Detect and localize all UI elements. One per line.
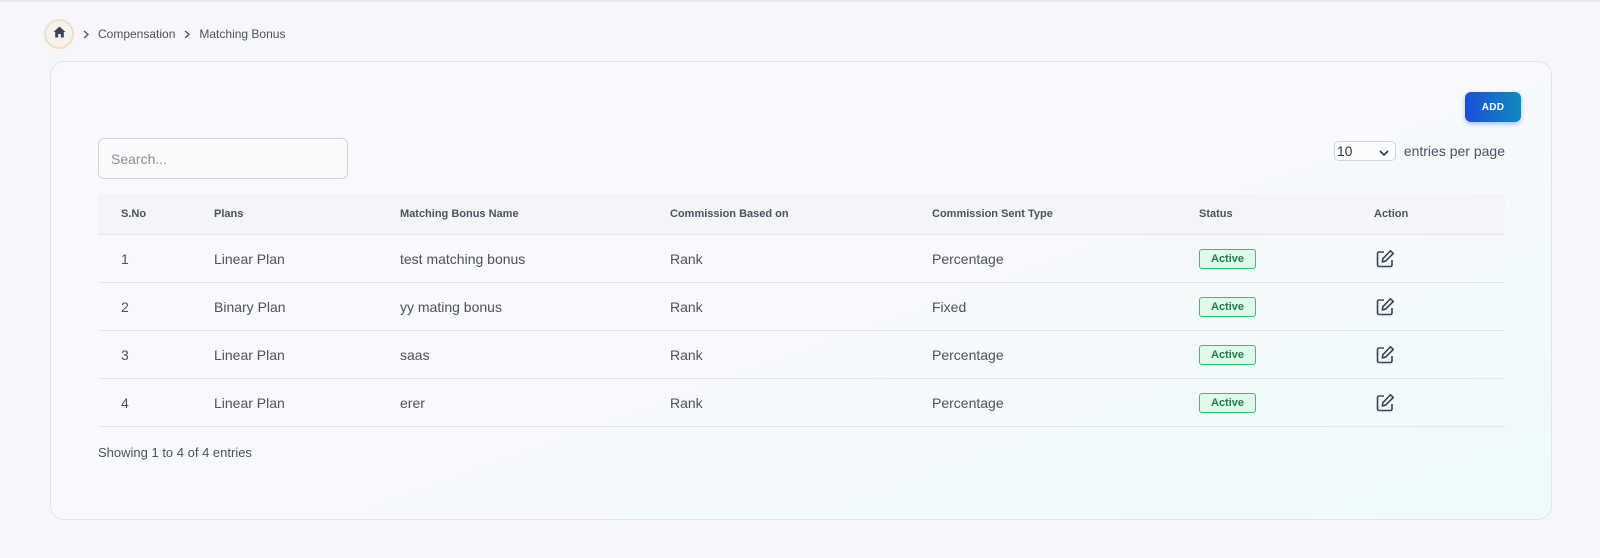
- cell-action: [1374, 344, 1434, 366]
- table-header: S.No Plans Matching Bonus Name Commissio…: [98, 194, 1505, 235]
- cell-sent-type: Percentage: [932, 346, 1004, 363]
- cell-sent-type: Fixed: [932, 298, 967, 315]
- header-plans[interactable]: Plans: [214, 208, 400, 220]
- table-row: 4 Linear Plan erer Rank Percentage Activ…: [98, 379, 1505, 427]
- top-divider: [0, 0, 1600, 2]
- cell-based-on: Rank: [670, 394, 703, 411]
- cell-status: Active: [1199, 296, 1374, 317]
- chevron-right-icon: [175, 30, 199, 39]
- cell-sent-type: Percentage: [932, 394, 1004, 411]
- cell-action: [1374, 392, 1434, 414]
- header-matching-bonus-name[interactable]: Matching Bonus Name: [400, 208, 670, 220]
- cell-sent-type: Percentage: [932, 250, 1004, 267]
- status-badge: Active: [1199, 392, 1257, 413]
- cell-sno: 4: [121, 394, 129, 411]
- cell-name: yy mating bonus: [400, 298, 502, 315]
- cell-plan: Binary Plan: [214, 298, 286, 315]
- header-action: Action: [1374, 208, 1409, 220]
- header-sno[interactable]: S.No: [98, 208, 214, 220]
- cell-sno: 2: [121, 298, 129, 315]
- cell-status: Active: [1199, 344, 1374, 365]
- chevron-right-icon: [74, 30, 98, 39]
- edit-icon[interactable]: [1374, 296, 1396, 318]
- cell-plan: Linear Plan: [214, 394, 285, 411]
- entries-select-value: 10: [1336, 143, 1353, 159]
- cell-based-on: Rank: [670, 346, 703, 363]
- cell-sno: 3: [121, 346, 129, 363]
- edit-icon[interactable]: [1374, 392, 1396, 414]
- header-commission-based-on[interactable]: Commission Based on: [670, 208, 932, 220]
- home-button[interactable]: [44, 19, 74, 49]
- cell-plan: Linear Plan: [214, 250, 285, 267]
- status-badge: Active: [1199, 296, 1257, 317]
- breadcrumb-compensation[interactable]: Compensation: [98, 27, 175, 41]
- status-badge: Active: [1199, 248, 1257, 269]
- cell-action: [1374, 248, 1434, 270]
- cell-based-on: Rank: [670, 298, 703, 315]
- entries-label: entries per page: [1403, 143, 1505, 159]
- edit-icon[interactable]: [1374, 248, 1396, 270]
- header-status[interactable]: Status: [1199, 208, 1374, 220]
- breadcrumb: Compensation Matching Bonus: [44, 19, 285, 49]
- home-icon: [53, 25, 66, 43]
- entries-select[interactable]: 10: [1333, 141, 1396, 161]
- add-button[interactable]: ADD: [1465, 92, 1521, 122]
- matching-bonus-table: S.No Plans Matching Bonus Name Commissio…: [98, 194, 1505, 427]
- table-row: 2 Binary Plan yy mating bonus Rank Fixed…: [98, 283, 1505, 331]
- table-row: 1 Linear Plan test matching bonus Rank P…: [98, 235, 1505, 283]
- cell-sno: 1: [121, 250, 129, 267]
- cell-plan: Linear Plan: [214, 346, 285, 363]
- chevron-down-icon: [1379, 143, 1389, 159]
- cell-action: [1374, 296, 1434, 318]
- search-input[interactable]: [98, 138, 348, 179]
- status-badge: Active: [1199, 344, 1257, 365]
- cell-status: Active: [1199, 392, 1374, 413]
- cell-name: saas: [400, 346, 430, 363]
- breadcrumb-matching-bonus: Matching Bonus: [199, 27, 286, 41]
- matching-bonus-card: ADD 10 entries per page S.No Plans Match…: [50, 61, 1552, 520]
- cell-based-on: Rank: [670, 250, 703, 267]
- cell-status: Active: [1199, 248, 1374, 269]
- cell-name: erer: [400, 394, 425, 411]
- entries-per-page: 10 entries per page: [1333, 141, 1505, 161]
- header-commission-sent-type[interactable]: Commission Sent Type: [932, 208, 1199, 220]
- cell-name: test matching bonus: [400, 250, 526, 267]
- edit-icon[interactable]: [1374, 344, 1396, 366]
- pagination-info: Showing 1 to 4 of 4 entries: [98, 445, 252, 460]
- table-row: 3 Linear Plan saas Rank Percentage Activ…: [98, 331, 1505, 379]
